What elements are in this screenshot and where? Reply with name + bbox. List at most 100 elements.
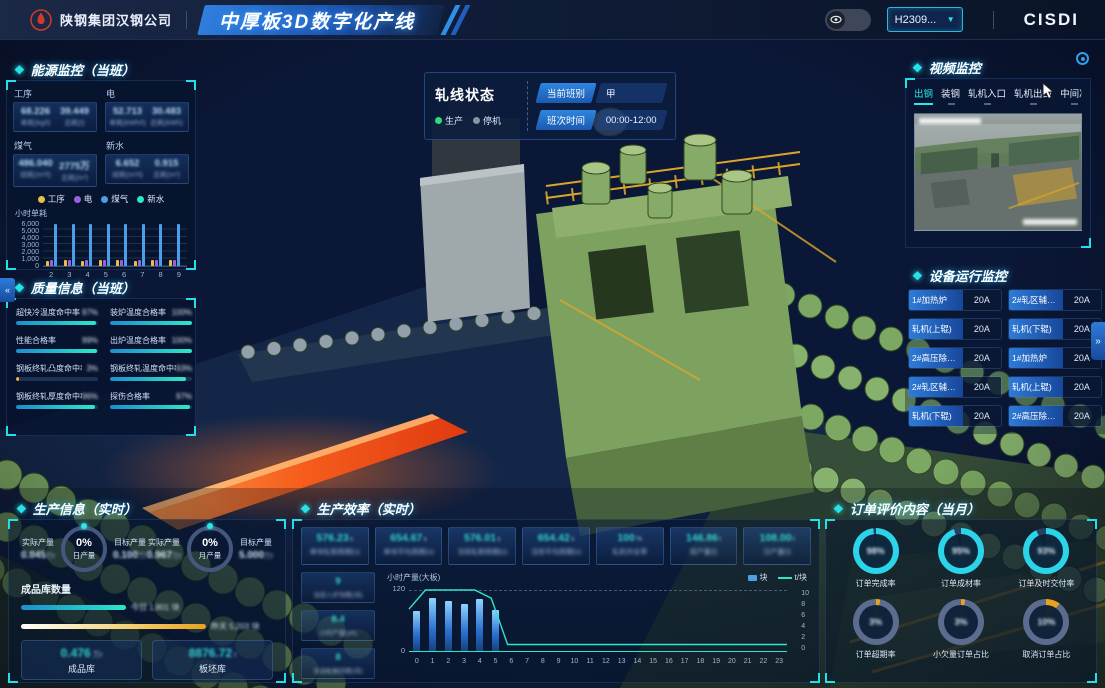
video-feed[interactable] — [914, 113, 1082, 231]
progress-track — [110, 377, 192, 381]
side-stat-label: 当班轧制块数(块) — [302, 665, 374, 675]
ring-percent: 0% — [202, 537, 218, 549]
efficiency-card-value-row: 654.42s — [523, 532, 589, 544]
video-tab-1[interactable]: 装钢 — [941, 86, 960, 103]
device-value: 20A — [1063, 290, 1101, 310]
corner-decoration — [276, 673, 286, 683]
device-value: 20A — [963, 406, 1001, 426]
cctv-camera-label-overlay — [1023, 219, 1077, 225]
device-value: 20A — [1063, 377, 1101, 397]
green-dot-icon — [435, 117, 442, 124]
unit-label: t — [719, 536, 721, 543]
quality-item-value: 100% — [172, 336, 192, 345]
energy-metric: 68.226单耗(kg/t) — [16, 106, 55, 128]
warehouse-boxes: 0.476 万t成品库8876.72 t板坯库 — [21, 640, 273, 680]
side-stat-value: 8.4 — [302, 614, 374, 625]
order-gauge: 3%订单超期率 — [853, 599, 899, 660]
device-value: 20A — [963, 348, 1001, 368]
bar — [169, 260, 172, 266]
donut-ring: 95% — [938, 528, 984, 574]
bar — [120, 260, 123, 266]
corner-decoration — [1081, 238, 1091, 248]
bar-group — [99, 223, 114, 266]
bar-group — [116, 223, 131, 266]
collapse-right-panel-tab[interactable]: » — [1091, 322, 1105, 360]
energy-group-box: 52.713单耗(kWh/t)30.483总耗(kWh) — [105, 102, 189, 132]
quality-item-value: 97% — [82, 308, 98, 317]
stock-bar-label: 今日 1,801 块 — [131, 602, 179, 613]
efficiency-card-value: 654.42 — [538, 532, 570, 544]
bar-group — [151, 223, 166, 266]
efficiency-panel-title: ❖ 生产效率（实时） — [300, 499, 421, 518]
corner-decoration — [292, 519, 302, 529]
dropdown-value: H2309... — [895, 14, 937, 26]
energy-metric-value: 0.915 — [147, 158, 186, 169]
stock-title: 成品库数量 — [21, 581, 273, 596]
shift-value: 甲 — [596, 83, 668, 103]
bar-group — [64, 223, 79, 266]
x-tick: 23 — [771, 658, 787, 665]
visibility-toggle[interactable] — [825, 9, 871, 31]
video-tab-2[interactable]: 轧机入口 — [968, 86, 1006, 103]
video-panel: 出钢装钢轧机入口轧机出口中间冷电加热 — [905, 78, 1091, 248]
ring-dot-icon — [81, 523, 87, 529]
unit-label: 万t — [172, 553, 181, 560]
production-gauges: 实际产量0.045万t0%日产量目标产量0.100万t实际产量0.967万t0%… — [21, 526, 273, 572]
production-panel: 实际产量0.045万t0%日产量目标产量0.100万t实际产量0.967万t0%… — [8, 519, 286, 683]
progress-fill — [16, 321, 96, 325]
side-stat-label: 当班入炉块数(块) — [302, 589, 374, 599]
order-gauge-label: 订单及时交付率 — [1018, 578, 1074, 589]
diamond-icon: ❖ — [300, 502, 311, 516]
efficiency-card-label: 轧机作业率 — [597, 547, 663, 557]
unit-label: t — [793, 536, 795, 543]
efficiency-side-stat: 8当班轧制块数(块) — [301, 648, 375, 679]
quality-item: 钢板终轧凸度命中率3% — [16, 363, 98, 381]
corner-decoration — [825, 519, 835, 529]
diamond-icon: ❖ — [833, 502, 844, 516]
bar — [142, 224, 145, 266]
efficiency-card-label: 当班轧制周期(s) — [449, 547, 515, 557]
energy-group: 煤气486.040综耗(m³/t)2775万总耗(m³) — [13, 138, 97, 187]
device-cell: 1#加热炉20A — [909, 290, 1001, 310]
x-tick: 20 — [724, 658, 740, 665]
collapse-left-panel-tab[interactable]: « — [0, 278, 15, 302]
corner-decoration — [8, 519, 18, 529]
record-indicator-icon[interactable] — [1076, 52, 1089, 65]
x-tick: 13 — [614, 658, 630, 665]
y2-tick: 0 — [801, 645, 809, 652]
target-output-label: 目标产量 — [113, 537, 147, 548]
devices-panel-title-text: 设备运行监控 — [929, 266, 1007, 285]
efficiency-cards: 576.23s单块轧制周期(s)654.67s单块平均周期(s)576.01s当… — [301, 527, 811, 565]
progress-track — [110, 405, 192, 409]
order-select-dropdown[interactable]: H2309... ▼ — [887, 7, 963, 32]
stock-bar — [21, 605, 126, 610]
quality-item-row: 钢板终轧凸度命中率3% — [16, 363, 98, 374]
unit-label: 万t — [138, 553, 147, 560]
progress-fill — [110, 349, 192, 353]
energy-metric: 39.449总耗(t) — [55, 106, 94, 128]
energy-metric-value: 39.449 — [55, 106, 94, 117]
page-title: 中厚板3D数字化产线 — [219, 6, 415, 33]
quality-item: 超快冷温度命中率97% — [16, 307, 98, 325]
efficiency-card-label: 日产量(t) — [744, 547, 810, 557]
video-tab-0[interactable]: 出钢 — [914, 86, 933, 103]
energy-metric-value: 486.040 — [16, 158, 55, 169]
device-value: 20A — [963, 377, 1001, 397]
chevron-down-icon: ▼ — [947, 15, 955, 24]
gray-dot-icon — [473, 117, 480, 124]
bar — [50, 260, 53, 266]
quality-metrics-grid: 超快冷温度命中率97%装炉温度合格率100%性能合格率99%出炉温度合格率100… — [16, 307, 186, 409]
energy-metric: 486.040综耗(m³/t) — [16, 158, 55, 183]
unit-label: s — [571, 536, 575, 543]
quality-panel-title: ❖ 质量信息（当班） — [14, 278, 135, 297]
unit-label: 万t — [264, 553, 273, 560]
bar — [177, 224, 180, 266]
efficiency-card-value: 100 — [617, 532, 635, 544]
video-tab-4[interactable]: 中间冷 — [1060, 86, 1082, 103]
legend-dot-icon — [137, 196, 144, 203]
donut-center: 10% — [1029, 605, 1063, 639]
order-gauge: 95%订单成材率 — [938, 528, 984, 589]
y2-tick: 2 — [801, 634, 809, 641]
app-title-strip: 中厚板3D数字化产线 — [197, 5, 445, 35]
donut-ring: 10% — [1023, 599, 1069, 645]
